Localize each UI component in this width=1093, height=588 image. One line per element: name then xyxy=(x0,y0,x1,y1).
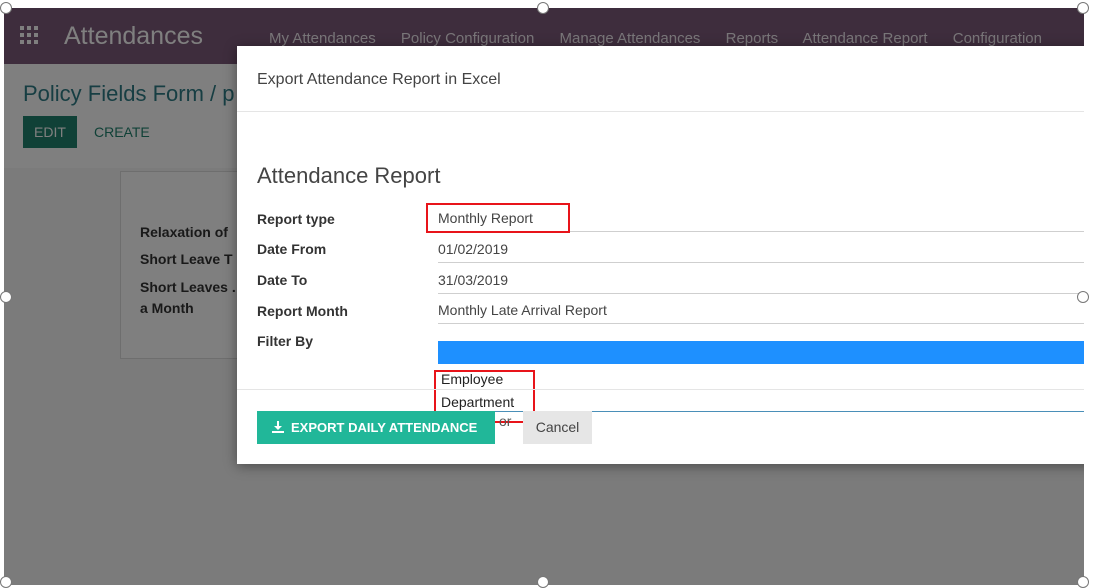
resize-handle-bottom[interactable] xyxy=(537,576,549,588)
resize-handle-top-left[interactable] xyxy=(0,2,12,14)
export-report-dialog: Export Attendance Report in Excel Attend… xyxy=(237,46,1084,464)
resize-handle-right[interactable] xyxy=(1077,291,1089,303)
form-title: Attendance Report xyxy=(257,163,441,188)
cancel-button[interactable]: Cancel xyxy=(523,411,592,444)
resize-handle-left[interactable] xyxy=(0,291,12,303)
resize-handle-bottom-right[interactable] xyxy=(1077,576,1089,588)
report-month-label: Report Month xyxy=(257,303,348,319)
dropdown-selected-option[interactable] xyxy=(438,341,1084,364)
or-separator: or xyxy=(499,413,512,429)
export-button-label: EXPORT DAILY ATTENDANCE xyxy=(291,420,478,435)
filter-by-label: Filter By xyxy=(257,333,314,349)
date-from-input[interactable]: 01/02/2019 xyxy=(438,238,1084,263)
dialog-header: Export Attendance Report in Excel xyxy=(237,46,1084,112)
resize-handle-top-right[interactable] xyxy=(1077,2,1089,14)
date-to-input[interactable]: 31/03/2019 xyxy=(438,269,1084,294)
annotation-box-report-type xyxy=(426,203,570,233)
date-to-label: Date To xyxy=(257,272,308,288)
download-icon xyxy=(272,421,284,433)
dialog-footer: EXPORT DAILY ATTENDANCE or Cancel xyxy=(237,389,1084,465)
resize-handle-top[interactable] xyxy=(537,2,549,14)
dialog-title: Export Attendance Report in Excel xyxy=(257,71,501,88)
date-from-label: Date From xyxy=(257,241,327,257)
report-type-label: Report type xyxy=(257,211,335,227)
resize-handle-bottom-left[interactable] xyxy=(0,576,12,588)
report-month-select[interactable]: Monthly Late Arrival Report xyxy=(438,299,1084,324)
export-daily-attendance-button[interactable]: EXPORT DAILY ATTENDANCE xyxy=(257,411,495,444)
app-window: Attendances My Attendances Policy Config… xyxy=(4,8,1084,585)
